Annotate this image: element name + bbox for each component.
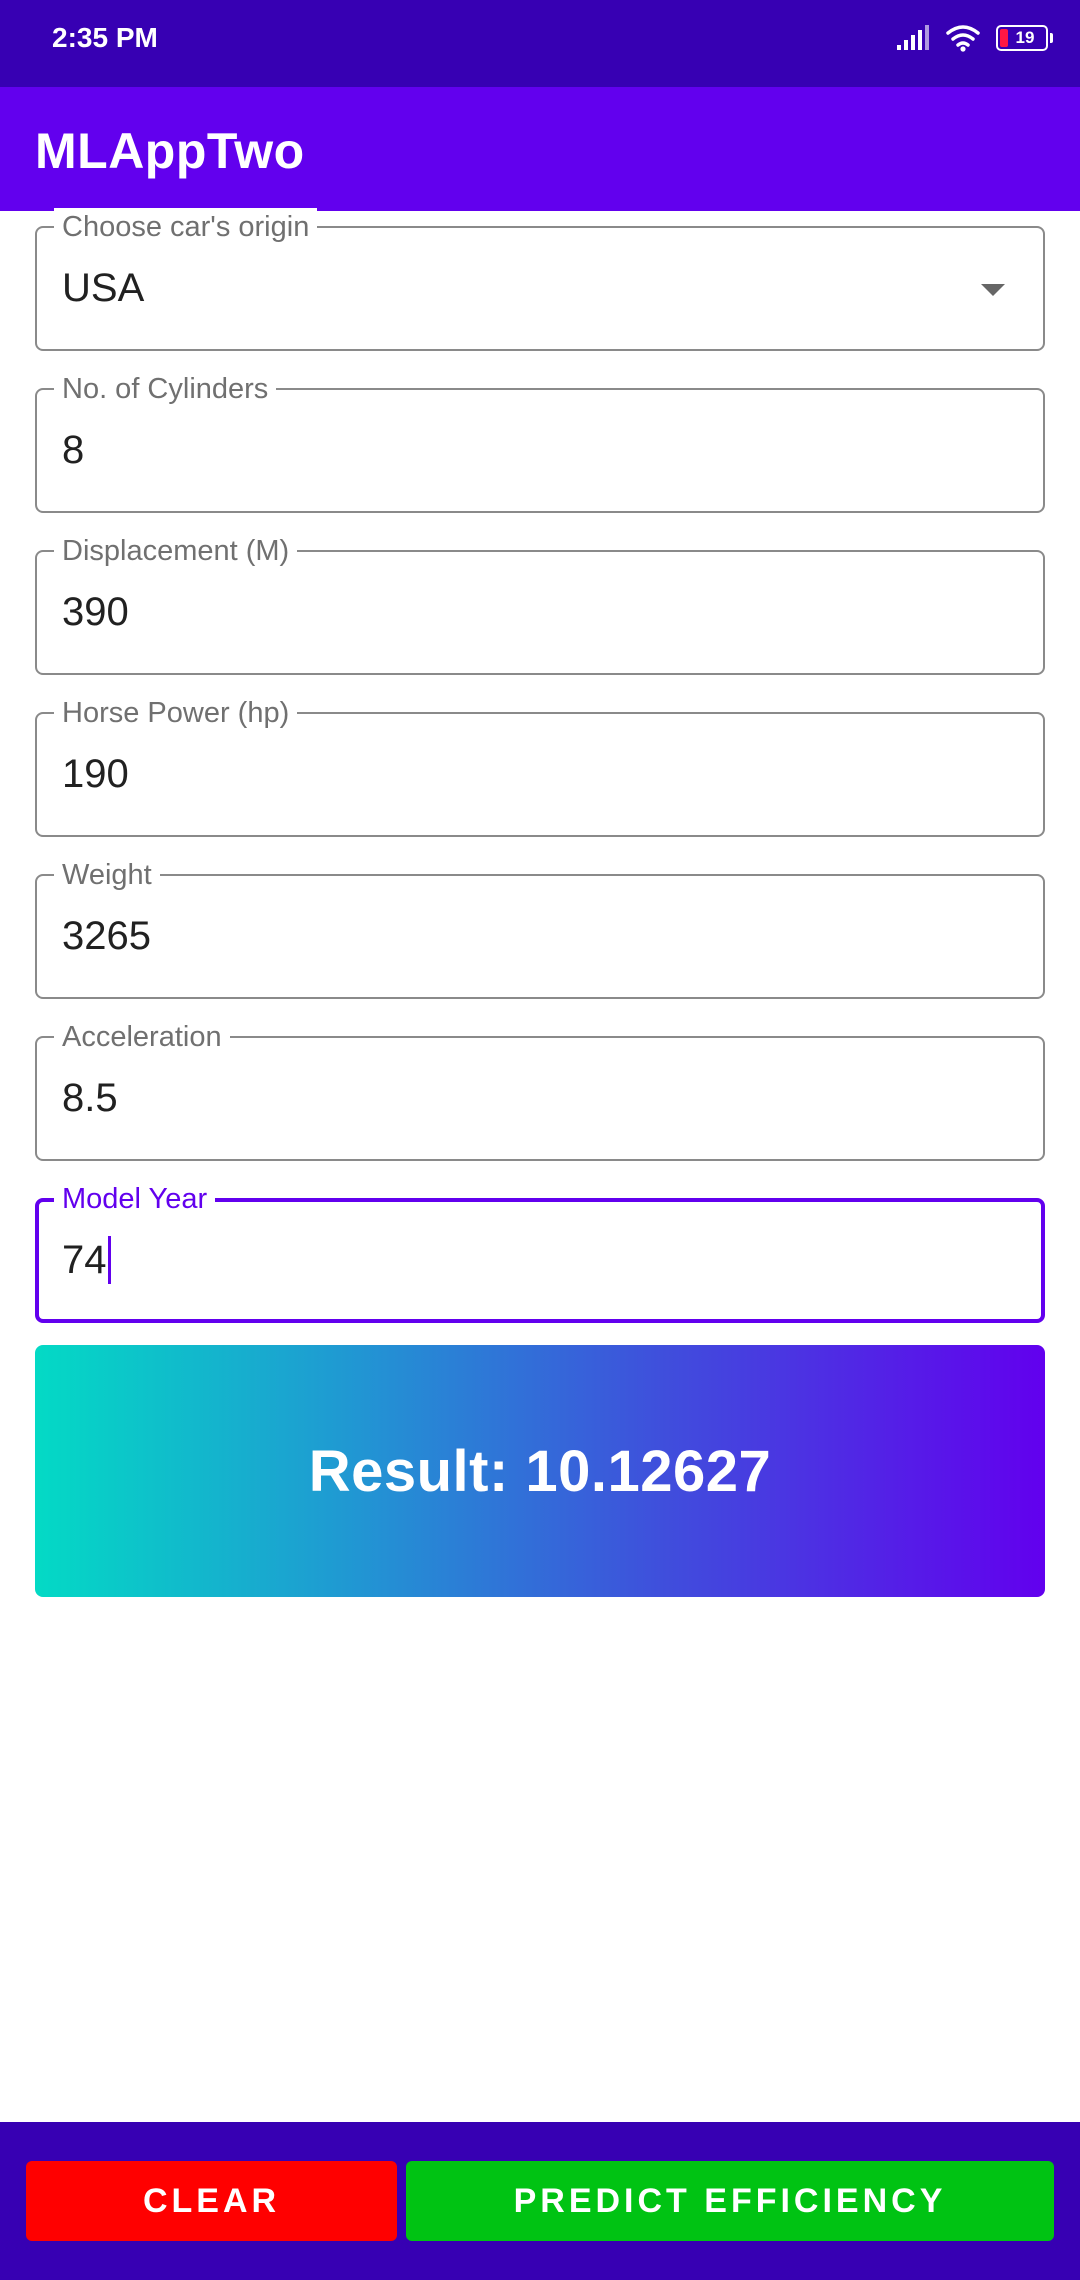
cylinders-value[interactable]: 8 (62, 426, 84, 474)
model-year-field[interactable]: Model Year 74 (35, 1180, 1045, 1323)
wifi-icon (946, 25, 980, 52)
cylinders-field[interactable]: No. of Cylinders 8 (35, 370, 1045, 513)
displacement-label: Displacement (M) (54, 532, 298, 570)
origin-value: USA (62, 266, 145, 310)
clear-button[interactable]: CLEAR (26, 2161, 397, 2241)
origin-label: Choose car's origin (54, 208, 318, 246)
dropdown-arrow-icon[interactable] (981, 284, 1005, 296)
origin-dropdown[interactable]: Choose car's origin USA (35, 208, 1045, 351)
model-year-label: Model Year (54, 1180, 216, 1218)
model-year-input[interactable]: 74 (62, 1236, 111, 1284)
weight-field[interactable]: Weight 3265 (35, 856, 1045, 999)
acceleration-field[interactable]: Acceleration 8.5 (35, 1018, 1045, 1161)
bottom-action-bar: CLEAR PREDICT EFFICIENCY (0, 2122, 1080, 2280)
text-cursor (107, 1236, 111, 1284)
status-time: 2:35 PM (52, 22, 158, 53)
horsepower-label: Horse Power (hp) (54, 694, 298, 732)
battery-cap (1050, 33, 1053, 43)
status-bar: 2:35 PM 19 (0, 0, 1080, 87)
cylinders-label: No. of Cylinders (54, 370, 277, 408)
signal-icon (897, 25, 929, 50)
horsepower-value[interactable]: 190 (62, 750, 129, 798)
battery-icon: 19 (996, 25, 1053, 51)
result-text: Result: 10.12627 (308, 1438, 772, 1504)
model-year-value: 74 (62, 1238, 107, 1282)
weight-value[interactable]: 3265 (62, 912, 151, 960)
predict-efficiency-button[interactable]: PREDICT EFFICIENCY (406, 2161, 1054, 2241)
weight-label: Weight (54, 856, 160, 894)
displacement-value[interactable]: 390 (62, 588, 129, 636)
battery-level: 19 (1015, 28, 1035, 47)
result-panel: Result: 10.12627 (35, 1345, 1045, 1597)
app-title: MLAppTwo (35, 123, 305, 179)
acceleration-value[interactable]: 8.5 (62, 1074, 118, 1122)
status-icons: 19 (896, 22, 1053, 54)
displacement-field[interactable]: Displacement (M) 390 (35, 532, 1045, 675)
horsepower-field[interactable]: Horse Power (hp) 190 (35, 694, 1045, 837)
battery-fill (1000, 29, 1008, 47)
app-bar: MLAppTwo (0, 87, 1080, 211)
acceleration-label: Acceleration (54, 1018, 230, 1056)
